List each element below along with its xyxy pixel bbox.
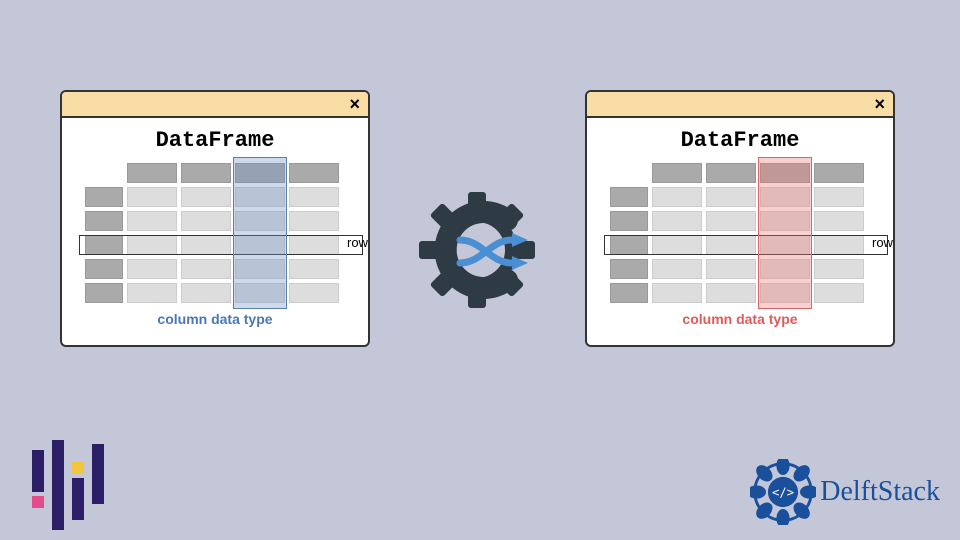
- dataframe-title: DataFrame: [599, 128, 881, 153]
- titlebar: ×: [62, 92, 368, 118]
- convert-gear-icon: [412, 185, 542, 315]
- svg-text:</>: </>: [772, 486, 794, 500]
- dataframe-window-left: × DataFrame row column data type: [60, 90, 370, 347]
- titlebar: ×: [587, 92, 893, 118]
- delftstack-logo: </> DelftStack: [750, 459, 940, 525]
- dataframe-grid: row: [610, 163, 870, 303]
- dataframe-title: DataFrame: [74, 128, 356, 153]
- row-label: row: [872, 235, 893, 250]
- window-body: DataFrame row column data type: [587, 118, 893, 345]
- dataframe-window-right: × DataFrame row column data type: [585, 90, 895, 347]
- delftstack-text: DelftStack: [820, 476, 940, 508]
- column-label: column data type: [74, 311, 356, 327]
- column-label: column data type: [599, 311, 881, 327]
- dataframe-grid: row: [85, 163, 345, 303]
- window-body: DataFrame row column data type: [62, 118, 368, 345]
- close-icon: ×: [349, 95, 360, 113]
- close-icon: ×: [874, 95, 885, 113]
- delftstack-badge-icon: </>: [750, 459, 816, 525]
- pandas-logo-icon: [20, 440, 110, 530]
- row-label: row: [347, 235, 368, 250]
